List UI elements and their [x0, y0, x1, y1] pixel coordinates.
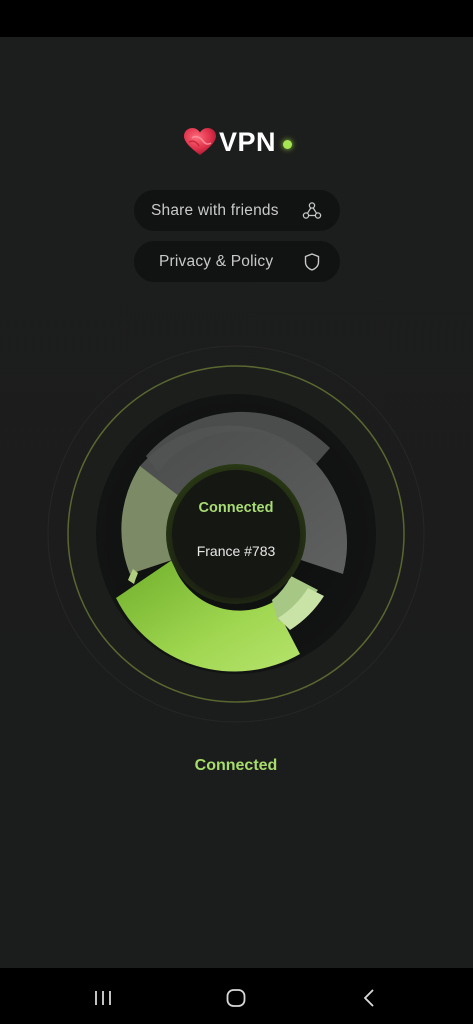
share-label: Share with friends [151, 201, 279, 219]
privacy-label: Privacy & Policy [159, 252, 274, 270]
recents-button[interactable] [86, 984, 122, 1012]
privacy-policy-button[interactable]: Privacy & Policy [134, 241, 340, 282]
back-button[interactable] [351, 984, 387, 1012]
status-dot [283, 139, 293, 149]
logo-text: VPN [219, 127, 277, 157]
connection-status-label: Connected [194, 757, 278, 774]
dial-status-text: Connected [198, 500, 274, 516]
system-navigation-bar [0, 968, 473, 1024]
status-bar [0, 0, 473, 37]
home-button[interactable] [218, 984, 254, 1012]
home-icon [226, 989, 246, 1007]
heart-logo-icon [184, 128, 216, 155]
share-with-friends-button[interactable]: Share with friends [134, 190, 340, 231]
server-name[interactable]: France #783 [166, 543, 306, 559]
connect-dial[interactable] [46, 344, 426, 724]
share-nodes-icon [302, 201, 322, 219]
shield-icon [304, 252, 320, 271]
back-icon [364, 989, 374, 1007]
dial-graphic [47, 345, 425, 723]
app-logo: VPN [183, 126, 303, 158]
vpn-app-screen: VPN Share with friends Privacy & Policy [0, 0, 473, 1024]
recents-icon [95, 991, 111, 1005]
